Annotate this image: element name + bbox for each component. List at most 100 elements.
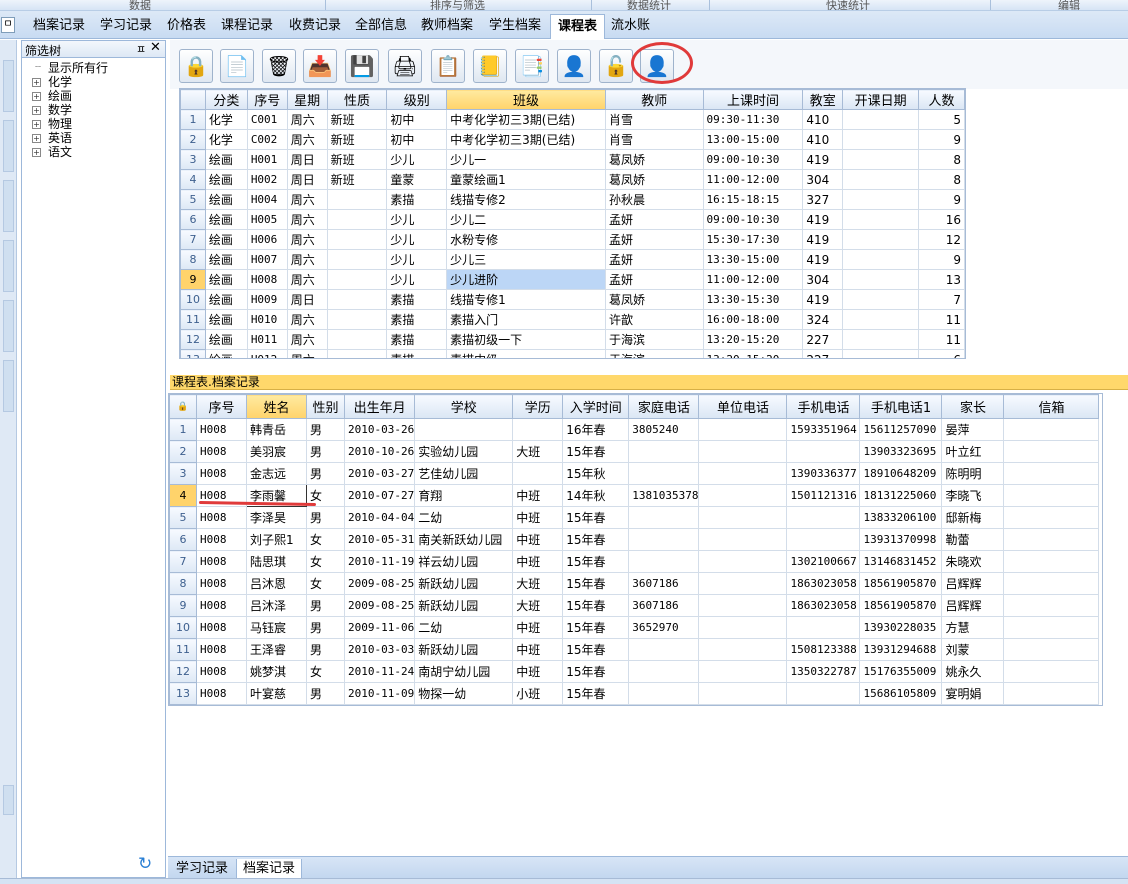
table-row[interactable]: 8 H008 吕沐恩女 2009-08-25 新跃幼儿园 大班 15年春 3607186 186… [169, 572, 1100, 595]
table-cell[interactable]: H006 [246, 229, 288, 250]
table-cell[interactable]: 孟妍 [604, 229, 704, 250]
table-cell[interactable]: 16:00-18:00 [702, 309, 804, 330]
table-cell[interactable]: 周六 [286, 209, 328, 230]
table-cell[interactable]: H008 [196, 682, 247, 705]
table-cell[interactable]: 绘画 [204, 169, 248, 190]
table-cell[interactable] [842, 289, 920, 310]
table-cell[interactable]: 邸新梅 [941, 506, 1005, 529]
table-cell[interactable]: 南胡宁幼儿园 [414, 660, 514, 683]
table-cell[interactable] [698, 616, 788, 639]
table-cell[interactable]: 马钰宸 [246, 616, 307, 639]
table-cell[interactable]: 绘画 [204, 229, 248, 250]
table-cell[interactable]: 实验幼儿园 [414, 440, 514, 463]
table-cell[interactable] [326, 329, 388, 350]
table-cell[interactable]: 1350322787 [786, 660, 861, 683]
table-cell[interactable]: 新班 [326, 109, 388, 130]
tab-2[interactable]: 价格表 [160, 14, 213, 39]
table-cell[interactable]: 227 [802, 349, 844, 358]
table-cell[interactable]: 15:30-17:30 [702, 229, 804, 250]
table-cell[interactable] [628, 660, 700, 683]
table-cell[interactable] [1003, 572, 1100, 595]
table-cell[interactable]: 13:20-15:20 [702, 349, 804, 358]
table-cell[interactable]: 新班 [326, 129, 388, 150]
table-cell[interactable]: H008 [196, 572, 247, 595]
table-cell[interactable]: 美羽宸 [246, 440, 307, 463]
table-cell[interactable]: 孙秋晨 [604, 189, 704, 210]
table-cell[interactable]: 2010-11-24 [343, 660, 416, 683]
table-cell[interactable]: 男 [306, 594, 345, 617]
tab-7[interactable]: 学生档案 [482, 14, 548, 39]
table-cell[interactable]: 姚梦淇 [246, 660, 307, 683]
table-cell[interactable] [1003, 638, 1100, 661]
table-cell[interactable] [326, 209, 388, 230]
table-cell[interactable] [1003, 418, 1100, 441]
tree-node[interactable]: + 绘画 [22, 89, 165, 103]
table-cell[interactable]: 1390336377 [786, 462, 861, 485]
column-header[interactable]: 信箱 [1003, 394, 1100, 419]
table-cell[interactable]: H004 [246, 189, 288, 210]
column-header[interactable]: 教师 [604, 89, 704, 110]
table-row[interactable]: 11 H008 王泽睿男 2010-03-03 新跃幼儿园 中班 15年春 150812338… [169, 638, 1100, 661]
table-cell[interactable]: 刘子熙1 [246, 528, 307, 551]
table-cell[interactable]: 二幼 [414, 506, 514, 529]
table-cell[interactable] [842, 329, 920, 350]
column-header[interactable]: 学历 [512, 394, 564, 419]
table-cell[interactable]: 勒蕾 [941, 528, 1005, 551]
table-cell[interactable]: 孟妍 [604, 209, 704, 230]
table-cell[interactable]: H008 [196, 550, 247, 573]
table-cell[interactable] [628, 638, 700, 661]
table-cell[interactable]: 初中 [386, 109, 448, 130]
table-cell[interactable]: 水粉专修 [446, 229, 606, 250]
table-cell[interactable]: 13931294688 [859, 638, 943, 661]
table-cell[interactable] [786, 616, 861, 639]
table-cell[interactable]: 8 [918, 169, 965, 190]
table-cell[interactable]: 5 [918, 109, 965, 130]
table-cell[interactable] [698, 550, 788, 573]
tab-6[interactable]: 教师档案 [414, 14, 480, 39]
table-cell[interactable]: 2010-07-27 [343, 484, 416, 507]
table-cell[interactable]: 15年春 [562, 506, 630, 529]
table-cell[interactable]: 15611257090 [859, 418, 943, 441]
toolbar-button-copy[interactable]: 📑 [515, 49, 549, 83]
table-cell[interactable]: 素描中级一 [446, 349, 606, 358]
toolbar-button-unlock[interactable]: 🔓 [599, 49, 633, 83]
table-cell[interactable]: 09:00-10:30 [702, 149, 804, 170]
table-cell[interactable] [842, 269, 920, 290]
table-cell[interactable]: 13:30-15:00 [702, 249, 804, 270]
table-cell[interactable]: 孟妍 [604, 269, 704, 290]
table-cell[interactable]: 少儿进阶 [446, 269, 606, 290]
table-cell[interactable]: 1381035378 [628, 484, 700, 507]
table-cell[interactable]: 15686105809 [859, 682, 943, 705]
table-cell[interactable]: H012 [246, 349, 288, 358]
table-cell[interactable]: 二幼 [414, 616, 514, 639]
table-cell[interactable]: 15年春 [562, 638, 630, 661]
toolbar-button-print[interactable]: 🖨 [388, 49, 422, 83]
table-cell[interactable]: 绘画 [204, 249, 248, 270]
table-cell[interactable]: 14年秋 [562, 484, 630, 507]
table-cell[interactable]: 13 [918, 269, 965, 290]
table-cell[interactable] [512, 418, 564, 441]
table-cell[interactable]: 女 [306, 572, 345, 595]
table-cell[interactable]: 16:15-18:15 [702, 189, 804, 210]
table-cell[interactable]: 304 [802, 269, 844, 290]
table-cell[interactable] [698, 440, 788, 463]
table-cell[interactable]: 3607186 [628, 594, 700, 617]
table-cell[interactable] [698, 528, 788, 551]
table-cell[interactable]: H008 [196, 660, 247, 683]
table-cell[interactable]: 少儿二 [446, 209, 606, 230]
table-cell[interactable]: C002 [246, 129, 288, 150]
table-cell[interactable]: 中考化学初三3期(已结) [446, 109, 606, 130]
table-cell[interactable]: 男 [306, 638, 345, 661]
table-cell[interactable] [842, 169, 920, 190]
table-cell[interactable]: H009 [246, 289, 288, 310]
table-cell[interactable]: 线描专修2 [446, 189, 606, 210]
table-cell[interactable]: 2010-10-26 [343, 440, 416, 463]
table-row[interactable]: 1 H008 韩青岳男 2010-03-26 16年春 3805240 1593351964… [169, 418, 1100, 441]
table-cell[interactable]: 男 [306, 440, 345, 463]
toolbar-button-trash[interactable]: 🗑 [262, 49, 296, 83]
sidebar-strip-tab[interactable] [3, 360, 14, 412]
table-cell[interactable]: 15年秋 [562, 462, 630, 485]
table-cell[interactable]: 7 [918, 289, 965, 310]
table-cell[interactable]: 12 [918, 229, 965, 250]
table-cell[interactable]: 姚永久 [941, 660, 1005, 683]
